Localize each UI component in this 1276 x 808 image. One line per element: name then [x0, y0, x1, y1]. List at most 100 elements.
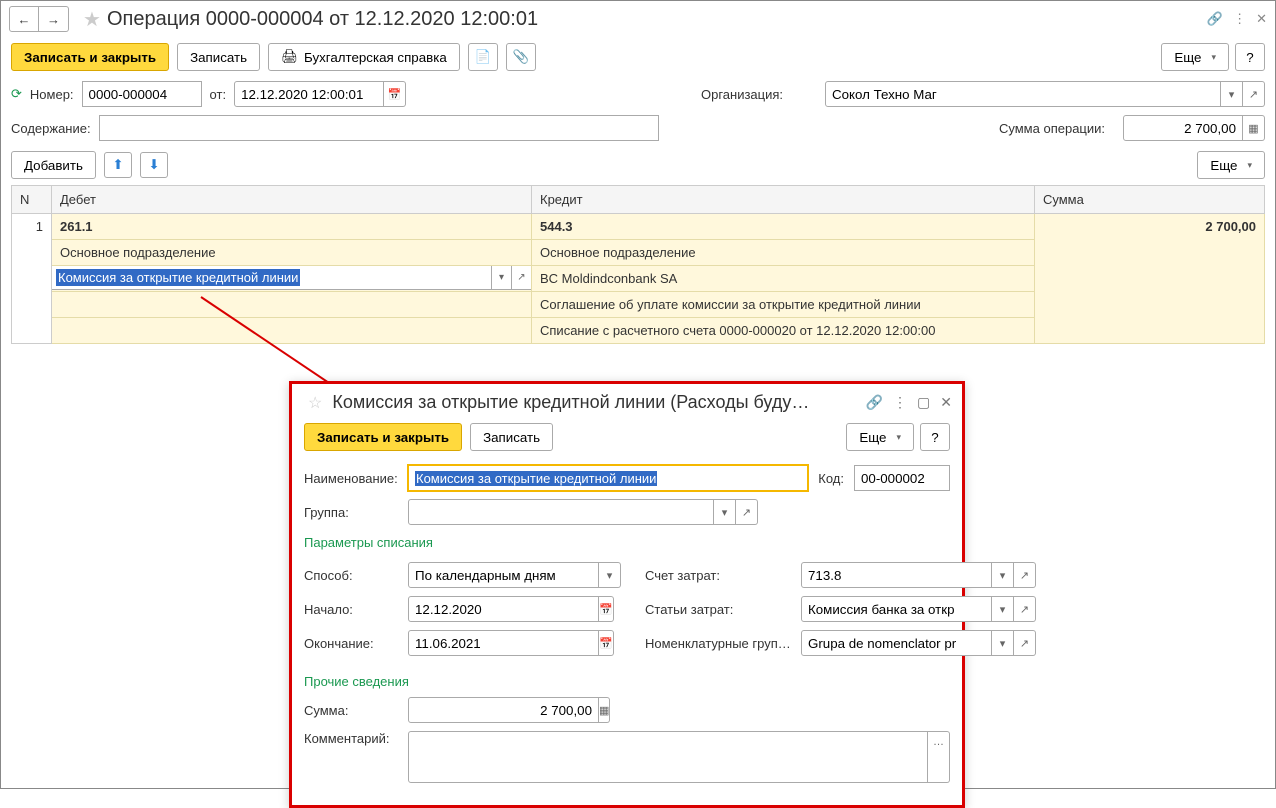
cell-credit-l2[interactable]: BC Moldindconbank SA [532, 266, 1035, 292]
close-icon[interactable]: ✕ [1256, 11, 1267, 27]
number-field[interactable] [82, 81, 202, 107]
col-credit[interactable]: Кредит [532, 186, 1035, 214]
table-row[interactable]: 1 261.1 544.3 2 700,00 [12, 214, 1265, 240]
popup-save-button[interactable]: Записать [470, 423, 553, 451]
org-input-group: ▾ ↗ [825, 81, 1265, 107]
popup-comment-field[interactable] [408, 731, 928, 783]
accounting-note-button[interactable]: 🖨 Бухгалтерская справка [268, 43, 460, 71]
open-icon[interactable]: ↗ [1014, 562, 1036, 588]
more-button[interactable]: Еще [1161, 43, 1229, 71]
popup-start-field[interactable] [408, 596, 599, 622]
from-label: от: [210, 87, 227, 102]
col-n: N [12, 186, 52, 214]
popup-link-icon[interactable]: 🔗 [866, 394, 883, 411]
expand-icon[interactable]: … [928, 731, 950, 783]
dropdown-icon[interactable]: ▾ [992, 630, 1014, 656]
popup-sum-label: Сумма: [304, 703, 398, 718]
popup-comment-label: Комментарий: [304, 731, 398, 746]
title-bar: ← → ★ Операция 0000-000004 от 12.12.2020… [1, 1, 1275, 37]
col-debit[interactable]: Дебет [52, 186, 532, 214]
printer-icon: 🖨 [281, 49, 298, 65]
calculator-icon[interactable]: ▦ [599, 697, 610, 723]
dropdown-icon[interactable]: ▾ [992, 596, 1014, 622]
help-button[interactable]: ? [1235, 43, 1265, 71]
refresh-icon[interactable]: ⟳ [11, 86, 22, 102]
link-icon[interactable]: 🔗 [1207, 11, 1223, 27]
popup-end-field[interactable] [408, 630, 599, 656]
popup-method-field[interactable] [408, 562, 599, 588]
popup-items-label: Статьи затрат: [645, 602, 791, 617]
popup-star-icon[interactable]: ☆ [308, 393, 322, 413]
page-title: Операция 0000-000004 от 12.12.2020 12:00… [107, 8, 538, 31]
form-row-2: Содержание: Сумма операции: ▦ [1, 111, 1275, 145]
kebab-menu-icon[interactable]: ⋮ [1233, 11, 1246, 27]
grid-toolbar: Добавить ⬆ ⬇ Еще [1, 145, 1275, 185]
popup-nomgroup-field[interactable] [801, 630, 992, 656]
popup-group-open-icon[interactable]: ↗ [736, 499, 758, 525]
back-button[interactable]: ← [9, 6, 39, 32]
save-button[interactable]: Записать [177, 43, 260, 71]
cell-credit-l4[interactable]: Списание с расчетного счета 0000-000020 … [532, 318, 1035, 344]
dropdown-icon[interactable]: ▾ [1221, 81, 1243, 107]
popup-code-field[interactable] [854, 465, 950, 491]
save-close-button[interactable]: Записать и закрыть [11, 43, 169, 71]
cell-debit-empty[interactable] [52, 292, 532, 318]
cell-credit-l3[interactable]: Соглашение об уплате комиссии за открыти… [532, 292, 1035, 318]
popup-kebab-icon[interactable]: ⋮ [893, 394, 907, 411]
detail-popup: ☆ Комиссия за открытие кредитной линии (… [289, 381, 965, 808]
open-icon[interactable]: ↗ [1014, 630, 1036, 656]
org-field[interactable] [825, 81, 1221, 107]
cell-sum[interactable]: 2 700,00 [1035, 214, 1265, 344]
popup-sum-field[interactable] [408, 697, 599, 723]
cell-debit-empty2[interactable] [52, 318, 532, 344]
content-label: Содержание: [11, 121, 91, 136]
popup-items-field[interactable] [801, 596, 992, 622]
popup-group-field[interactable] [408, 499, 714, 525]
date-field[interactable] [234, 81, 384, 107]
cell-credit-l1[interactable]: Основное подразделение [532, 240, 1035, 266]
col-sum[interactable]: Сумма [1035, 186, 1265, 214]
calculator-icon[interactable]: ▦ [1243, 115, 1265, 141]
cell-open-icon[interactable]: ↗ [511, 266, 531, 289]
report-icon-button[interactable]: 📄 [468, 43, 498, 71]
popup-close-icon[interactable]: ✕ [940, 394, 952, 411]
open-icon[interactable]: ↗ [1243, 81, 1265, 107]
titlebar-actions: 🔗 ⋮ ✕ [1207, 11, 1267, 27]
open-icon[interactable]: ↗ [1014, 596, 1036, 622]
favorite-star-icon[interactable]: ★ [83, 7, 101, 32]
cell-debit-l1[interactable]: Основное подразделение [52, 240, 532, 266]
grid-more-button[interactable]: Еще [1197, 151, 1265, 179]
popup-acct-field[interactable] [801, 562, 992, 588]
popup-save-close-button[interactable]: Записать и закрыть [304, 423, 462, 451]
attach-icon-button[interactable]: 📎 [506, 43, 536, 71]
cell-credit-account[interactable]: 544.3 [532, 214, 1035, 240]
popup-end-label: Окончание: [304, 636, 398, 651]
popup-code-label: Код: [818, 471, 844, 486]
popup-name-label: Наименование: [304, 471, 398, 486]
popup-acct-label: Счет затрат: [645, 568, 791, 583]
move-up-button[interactable]: ⬆ [104, 152, 132, 178]
calendar-icon[interactable]: 📅 [599, 630, 614, 656]
dropdown-icon[interactable]: ▾ [599, 562, 621, 588]
cell-dropdown-icon[interactable]: ▾ [491, 266, 511, 289]
popup-nomgroup-label: Номенклатурные груп… [645, 636, 791, 651]
org-label: Организация: [701, 87, 817, 102]
move-down-button[interactable]: ⬇ [140, 152, 168, 178]
popup-restore-icon[interactable]: ▢ [917, 394, 930, 411]
nav-buttons: ← → [9, 6, 69, 32]
content-field[interactable] [99, 115, 659, 141]
add-button[interactable]: Добавить [11, 151, 96, 179]
popup-group-dropdown-icon[interactable]: ▾ [714, 499, 736, 525]
form-row-1: ⟳ Номер: от: 📅 Организация: ▾ ↗ [1, 77, 1275, 111]
forward-button[interactable]: → [39, 6, 69, 32]
dropdown-icon[interactable]: ▾ [992, 562, 1014, 588]
cell-debit-account[interactable]: 261.1 [52, 214, 532, 240]
sum-field[interactable] [1123, 115, 1243, 141]
popup-more-button[interactable]: Еще [846, 423, 914, 451]
popup-name-field[interactable]: Комиссия за открытие кредитной линии [408, 465, 808, 491]
cell-debit-l2[interactable]: Комиссия за открытие кредитной линии ▾ ↗ [52, 266, 532, 292]
popup-section-other: Прочие сведения [304, 674, 950, 689]
calendar-icon[interactable]: 📅 [599, 596, 614, 622]
popup-help-button[interactable]: ? [920, 423, 950, 451]
calendar-icon[interactable]: 📅 [384, 81, 406, 107]
